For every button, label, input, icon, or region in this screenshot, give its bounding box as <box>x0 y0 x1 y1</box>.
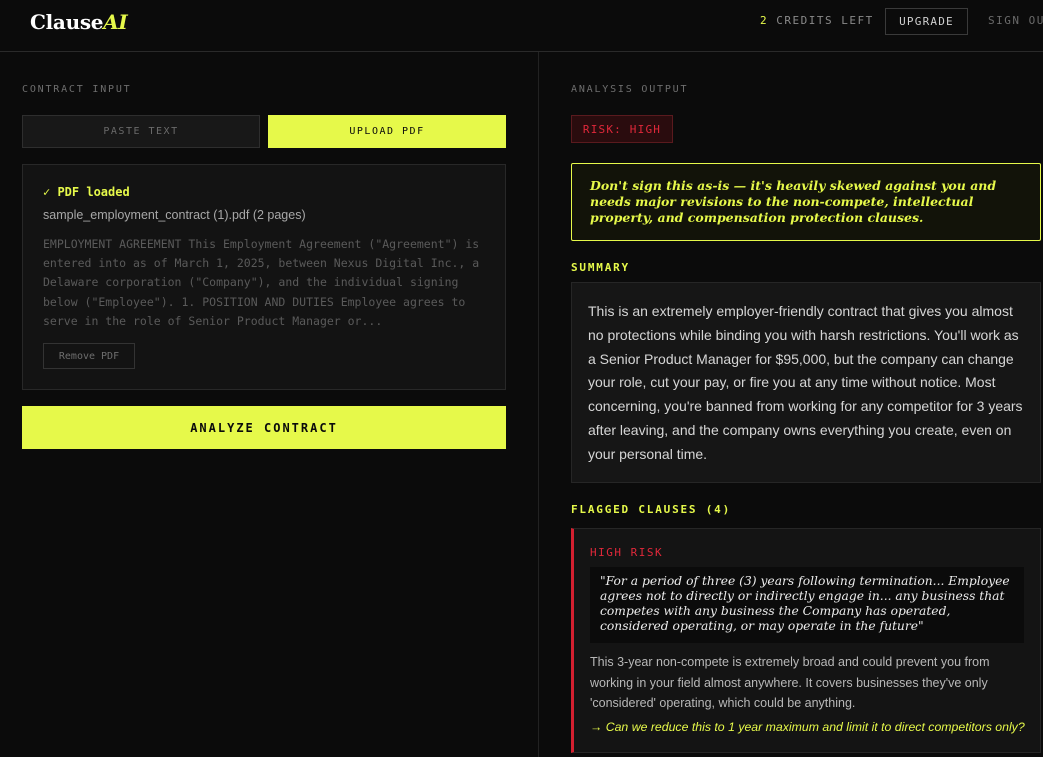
verdict-callout: Don't sign this as-is — it's heavily ske… <box>571 163 1041 241</box>
pdf-filename: sample_employment_contract (1).pdf (2 pa… <box>43 208 306 222</box>
clause-suggestion: → Can we reduce this to 1 year maximum a… <box>590 720 1025 734</box>
risk-level-badge: RISK: HIGH <box>571 115 673 143</box>
analysis-output-label: ANALYSIS OUTPUT <box>571 84 689 95</box>
clause-risk-level: HIGH RISK <box>590 546 664 559</box>
analyze-contract-button[interactable]: ANALYZE CONTRACT <box>22 406 506 449</box>
tab-upload-pdf[interactable]: UPLOAD PDF <box>268 115 506 148</box>
clause-explanation: This 3-year non-compete is extremely bro… <box>590 655 990 710</box>
flagged-clauses-heading: FLAGGED CLAUSES (4) <box>571 503 732 516</box>
panel-divider <box>538 52 539 757</box>
pdf-loaded-status: ✓ PDF loaded <box>43 185 130 199</box>
credits-count: 2 <box>760 14 769 27</box>
flagged-clause-card: HIGH RISK "For a period of three (3) yea… <box>571 528 1041 753</box>
contract-input-label: CONTRACT INPUT <box>22 84 132 95</box>
logo[interactable]: ClauseAI <box>30 10 128 34</box>
clause-quote: "For a period of three (3) years followi… <box>590 567 1024 643</box>
summary-heading: SUMMARY <box>571 261 630 274</box>
sign-out-link[interactable]: SIGN OUT <box>988 14 1043 27</box>
top-bar: ClauseAI 2 CREDITS LEFT UPGRADE SIGN OUT <box>0 0 1043 52</box>
tab-paste-text[interactable]: PASTE TEXT <box>22 115 260 148</box>
upgrade-button[interactable]: UPGRADE <box>885 8 968 35</box>
remove-pdf-button[interactable]: Remove PDF <box>43 343 135 369</box>
credits-indicator: 2 CREDITS LEFT <box>760 14 874 27</box>
credits-label: CREDITS LEFT <box>776 14 874 27</box>
logo-accent: AI <box>103 10 128 34</box>
pdf-preview-card: ✓ PDF loaded sample_employment_contract … <box>22 164 506 390</box>
summary-text: This is an extremely employer-friendly c… <box>571 282 1041 483</box>
logo-main: Clause <box>30 10 104 34</box>
pdf-text-preview: EMPLOYMENT AGREEMENT This Employment Agr… <box>43 237 480 328</box>
